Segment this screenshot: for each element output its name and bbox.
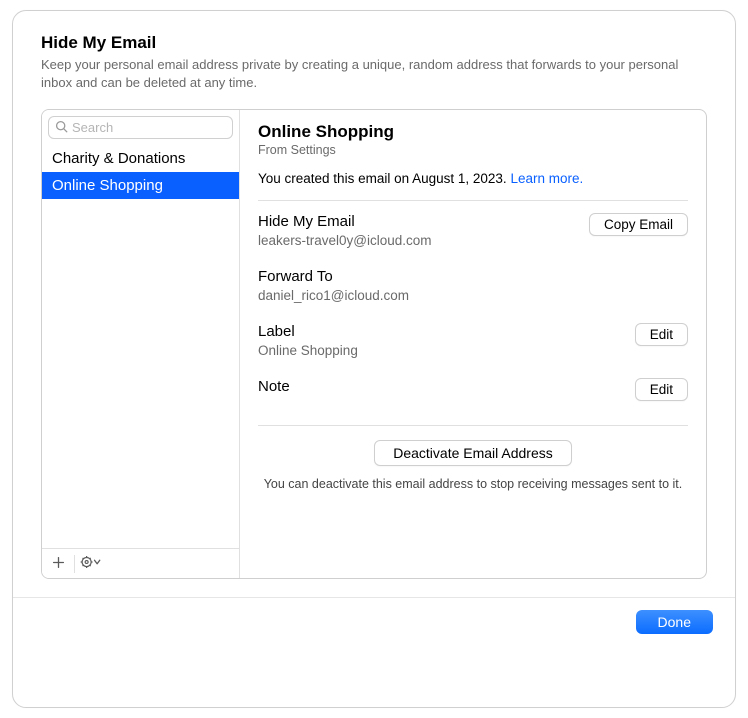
list-item[interactable]: Charity & Donations bbox=[42, 145, 239, 172]
detail-subtitle: From Settings bbox=[258, 143, 688, 157]
main-panel: Charity & DonationsOnline Shopping bbox=[41, 109, 707, 579]
search-wrap bbox=[42, 110, 239, 145]
label-info: Label Online Shopping bbox=[258, 323, 358, 358]
search-field[interactable] bbox=[48, 116, 233, 139]
hide-my-email-section: Hide My Email leakers-travel0y@icloud.co… bbox=[258, 201, 688, 252]
footer: Done bbox=[13, 597, 735, 634]
detail-title: Online Shopping bbox=[258, 122, 688, 142]
sidebar: Charity & DonationsOnline Shopping bbox=[42, 110, 240, 578]
deactivate-note: You can deactivate this email address to… bbox=[258, 476, 688, 493]
sidebar-list: Charity & DonationsOnline Shopping bbox=[42, 145, 239, 548]
modal-sheet: Hide My Email Keep your personal email a… bbox=[12, 10, 736, 708]
forward-to-label: Forward To bbox=[258, 268, 409, 285]
label-section: Label Online Shopping Edit bbox=[258, 307, 688, 362]
label-value: Online Shopping bbox=[258, 343, 358, 358]
hide-my-email-value: leakers-travel0y@icloud.com bbox=[258, 233, 432, 248]
page-description: Keep your personal email address private… bbox=[41, 56, 681, 91]
plus-icon bbox=[52, 556, 65, 572]
created-text: You created this email on August 1, 2023… bbox=[258, 171, 510, 186]
header: Hide My Email Keep your personal email a… bbox=[41, 33, 707, 91]
page-title: Hide My Email bbox=[41, 33, 707, 53]
search-icon bbox=[55, 120, 72, 136]
label-label: Label bbox=[258, 323, 358, 340]
edit-label-button[interactable]: Edit bbox=[635, 323, 688, 346]
copy-email-button[interactable]: Copy Email bbox=[589, 213, 688, 236]
options-button[interactable] bbox=[75, 549, 107, 578]
done-button[interactable]: Done bbox=[636, 610, 713, 634]
add-button[interactable] bbox=[42, 549, 74, 578]
created-line: You created this email on August 1, 2023… bbox=[258, 171, 688, 186]
edit-note-button[interactable]: Edit bbox=[635, 378, 688, 401]
sidebar-toolbar bbox=[42, 548, 239, 578]
deactivate-wrap: Deactivate Email Address You can deactiv… bbox=[258, 440, 688, 493]
separator bbox=[258, 425, 688, 426]
learn-more-link[interactable]: Learn more. bbox=[510, 171, 583, 186]
note-info: Note bbox=[258, 378, 290, 395]
gear-icon bbox=[80, 555, 102, 572]
forward-to-value: daniel_rico1@icloud.com bbox=[258, 288, 409, 303]
forward-to-section: Forward To daniel_rico1@icloud.com bbox=[258, 252, 688, 307]
detail-pane: Online Shopping From Settings You create… bbox=[240, 110, 706, 578]
note-section: Note Edit bbox=[258, 362, 688, 411]
list-item[interactable]: Online Shopping bbox=[42, 172, 239, 199]
hide-my-email-label: Hide My Email bbox=[258, 213, 432, 230]
forward-to-info: Forward To daniel_rico1@icloud.com bbox=[258, 268, 409, 303]
search-input[interactable] bbox=[72, 120, 226, 135]
deactivate-button[interactable]: Deactivate Email Address bbox=[374, 440, 572, 466]
hide-my-email-info: Hide My Email leakers-travel0y@icloud.co… bbox=[258, 213, 432, 248]
note-label: Note bbox=[258, 378, 290, 395]
